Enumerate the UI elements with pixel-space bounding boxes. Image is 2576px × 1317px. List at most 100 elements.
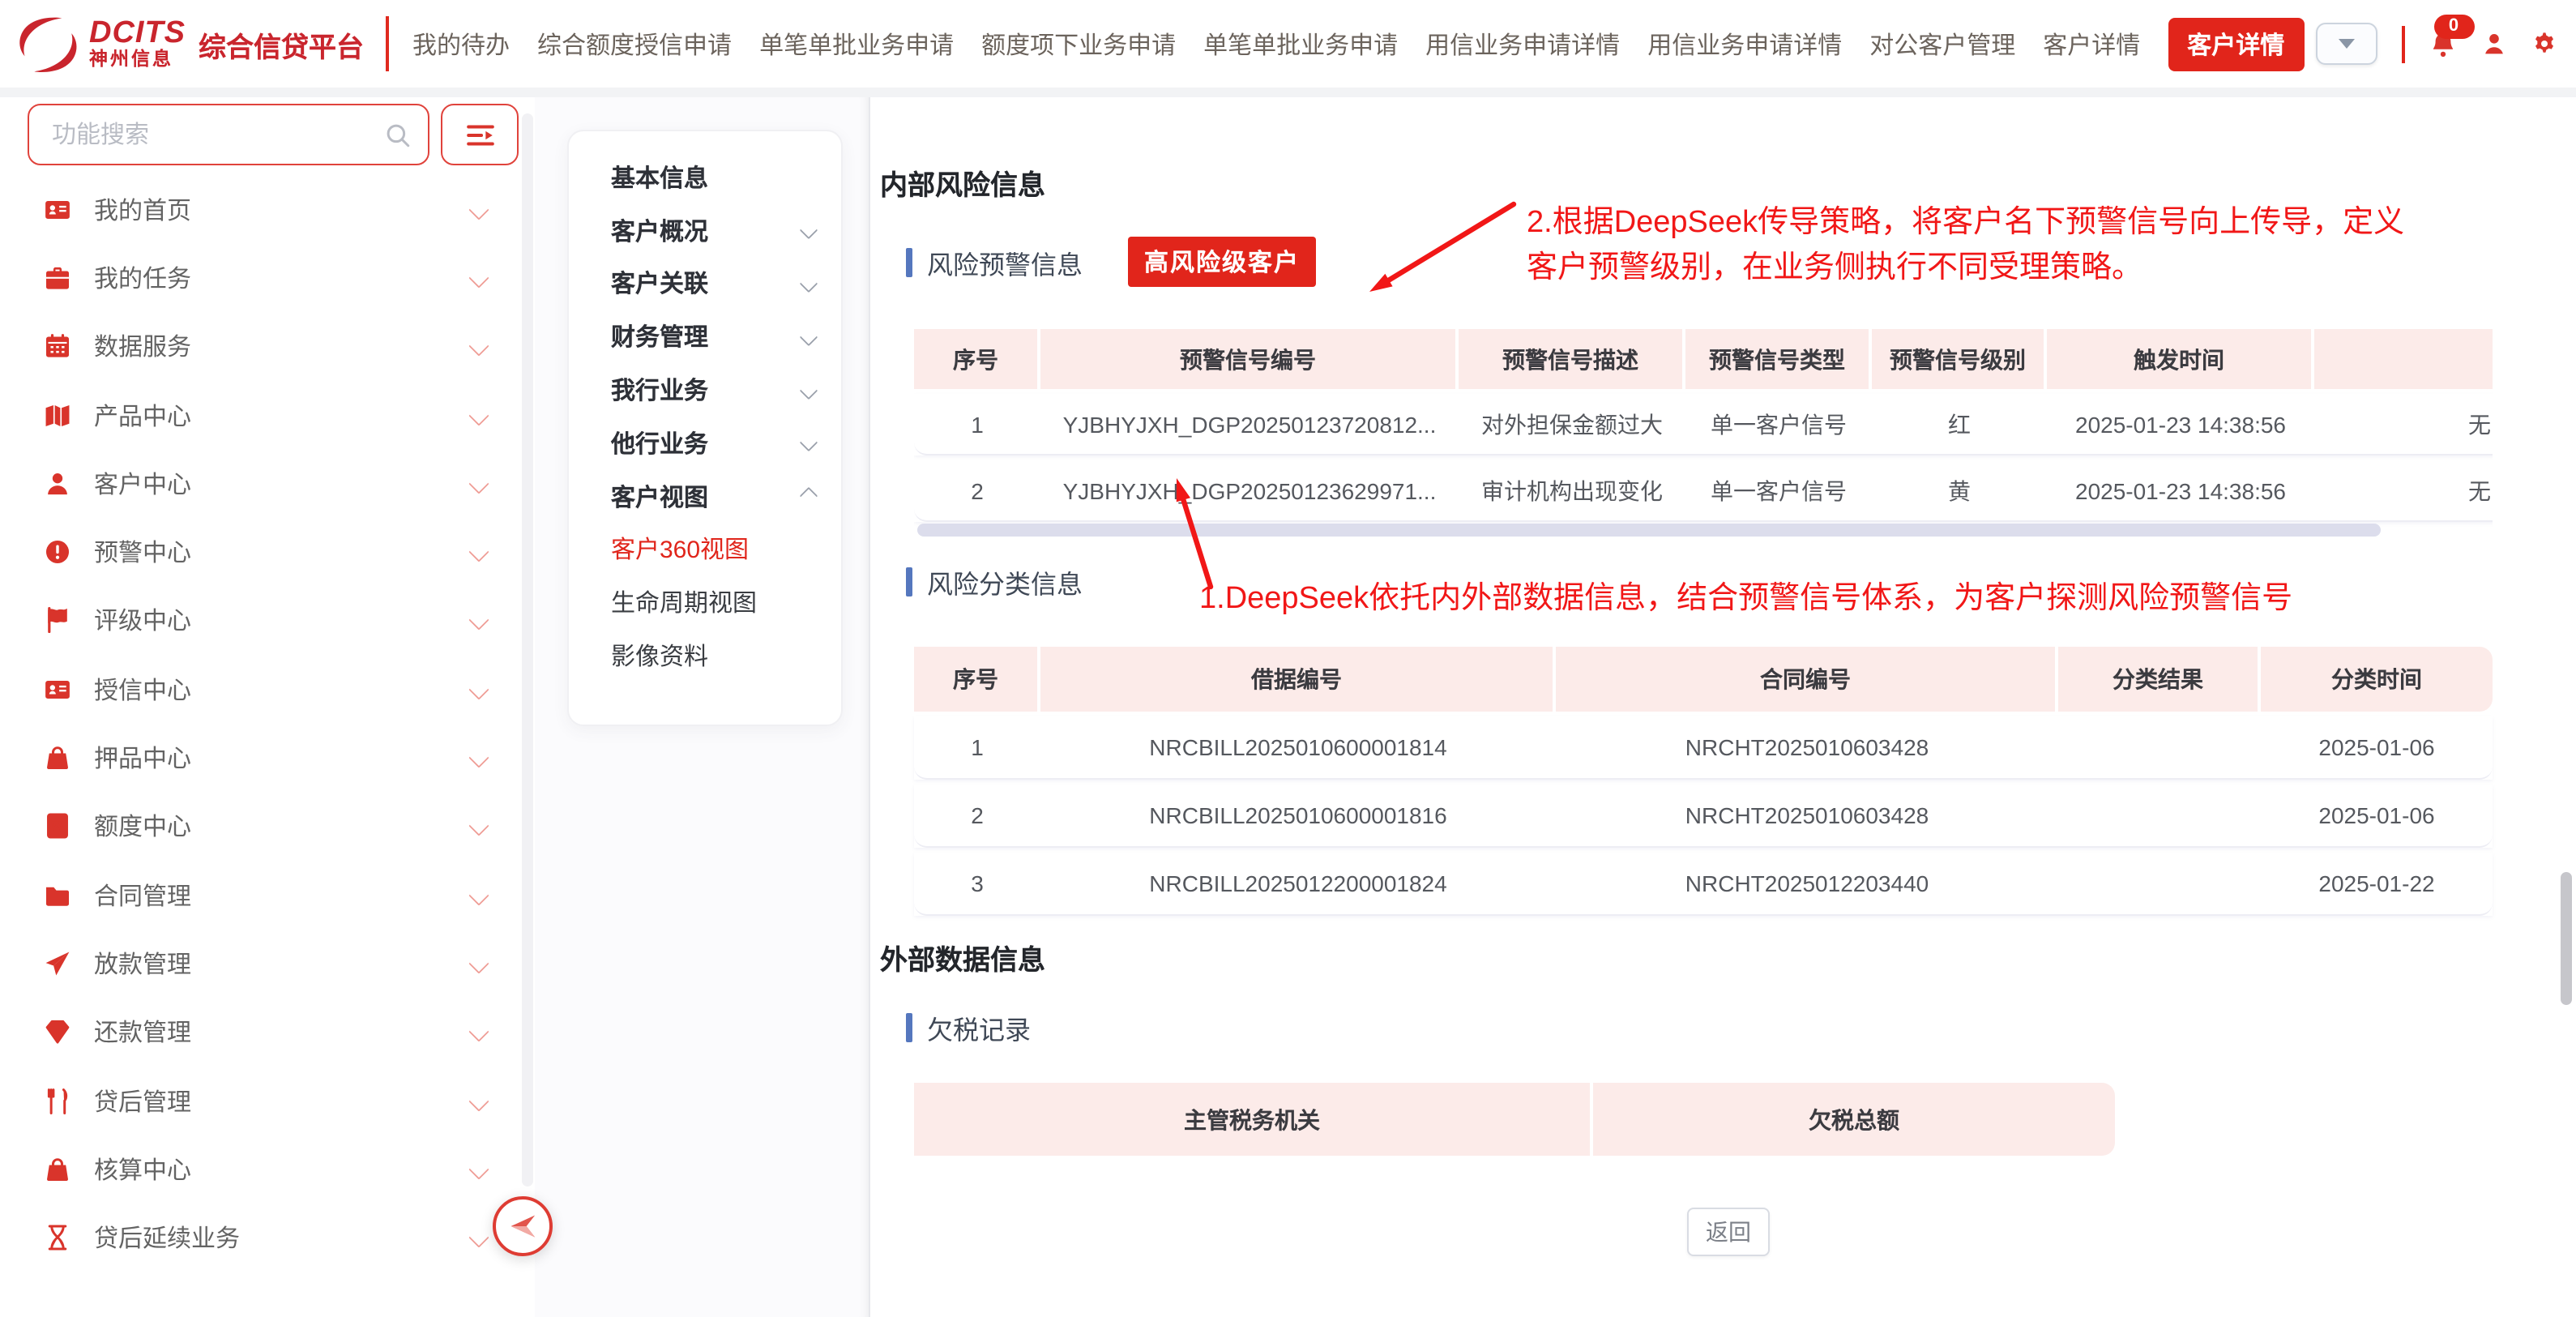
top-nav-tab[interactable]: 单笔单批业务申请 (759, 27, 954, 61)
internal-risk-title: 内部风险信息 (880, 162, 1045, 203)
column-header: 借据编号 (1040, 647, 1556, 712)
sidebar-item-icon (44, 813, 71, 840)
chevron-down-icon (468, 816, 489, 836)
cell-signal-desc: 对外担保金额过大 (1459, 394, 1685, 455)
cell-index: 1 (914, 716, 1040, 780)
chevron-icon (800, 275, 818, 293)
cell-index: 3 (914, 853, 1040, 916)
risk-class-section-header: 风险分类信息 (906, 562, 1083, 601)
submenu-item[interactable]: 客户概况 (611, 204, 815, 258)
app-root: DCITS 神州信息 综合信贷平台 我的待办 综合额度授信申请 单笔单批业务申请… (0, 0, 2576, 1317)
cell-signal-status: 无 (2314, 460, 2493, 522)
column-header: 触发时间 (2047, 329, 2314, 389)
function-search-input[interactable] (29, 121, 428, 148)
chevron-down-icon (468, 542, 489, 562)
chevron-icon (800, 221, 818, 240)
submenu-item-label: 他行业务 (611, 426, 708, 460)
table-row: 2 YJBHYJXH_DGP20250123629971... 审计机构出现变化… (914, 460, 2493, 522)
sidebar-item-label: 评级中心 (94, 604, 472, 638)
brand: DCITS 神州信息 综合信贷平台 (0, 15, 388, 72)
sidebar-item-label: 还款管理 (94, 1015, 472, 1049)
sidebar-menu-item[interactable]: 贷后管理 (0, 1067, 535, 1135)
submenu-item[interactable]: 客户视图 (611, 470, 815, 524)
sidebar-menu-item[interactable]: 核算中心 (0, 1135, 535, 1204)
sidebar-menu-item[interactable]: 贷后延续业务 (0, 1204, 535, 1272)
top-nav-tab[interactable]: 综合额度授信申请 (537, 27, 732, 61)
customer-detail-submenu: 基本信息 客户概况 客户关联 财务管理 (567, 130, 843, 726)
cell-signal-type: 单一客户信号 (1685, 460, 1872, 522)
sidebar-menu-item[interactable]: 产品中心 (0, 381, 535, 450)
settings-button[interactable] (2531, 31, 2557, 57)
sidebar-item-icon (44, 744, 71, 772)
sidebar-item-icon (44, 470, 71, 498)
menu-toggle-button[interactable] (441, 104, 519, 165)
sidebar-item-label: 押品中心 (94, 741, 472, 775)
sidebar-scrollbar[interactable] (522, 113, 533, 1187)
submenu-item-label: 客户关联 (611, 267, 708, 301)
sidebar-menu-item[interactable]: 预警中心 (0, 518, 535, 587)
submenu-item[interactable]: 财务管理 (611, 310, 815, 364)
submenu-item[interactable]: 客户360视图 (611, 523, 815, 576)
top-nav-tab[interactable]: 我的待办 (412, 27, 510, 61)
notifications-button[interactable]: 0 (2429, 30, 2456, 58)
submenu-item[interactable]: 影像资料 (611, 629, 815, 682)
sidebar-item-label: 合同管理 (94, 878, 472, 912)
column-header: 信 (2314, 329, 2493, 389)
top-nav-tab[interactable]: 用信业务申请详情 (1425, 27, 1620, 61)
submenu-item[interactable]: 生命周期视图 (611, 576, 815, 630)
sidebar-menu-item[interactable]: 还款管理 (0, 998, 535, 1067)
sidebar-item-icon (44, 401, 71, 429)
top-nav-tab[interactable]: 单笔单批业务申请 (1203, 27, 1398, 61)
submenu-item-label: 我行业务 (611, 373, 708, 407)
chevron-icon (800, 327, 818, 346)
sidebar-menu-item[interactable]: 放款管理 (0, 930, 535, 998)
sidebar-menu-item[interactable]: 我的首页 (0, 175, 535, 244)
table-row: 1 NRCBILL2025010600001814 NRCHT202501060… (914, 716, 2493, 780)
tax-title: 欠税记录 (927, 1008, 1031, 1047)
sidebar-menu-item[interactable]: 授信中心 (0, 655, 535, 724)
submenu-item[interactable]: 我行业务 (611, 363, 815, 417)
column-header: 预警信号类型 (1685, 329, 1872, 389)
cell-contract-no: NRCHT2025010603428 (1556, 716, 2058, 780)
cell-bill-no: NRCBILL2025012200001824 (1040, 853, 1556, 916)
sidebar-item-label: 贷后管理 (94, 1084, 472, 1118)
top-nav-tab[interactable]: 客户详情 (2043, 27, 2140, 61)
risk-warning-header-row: 序号预警信号编号预警信号描述预警信号类型预警信号级别触发时间信 (914, 329, 2493, 389)
chevron-down-icon (468, 473, 489, 494)
sidebar-menu-item[interactable]: 押品中心 (0, 724, 535, 793)
top-nav-tab[interactable]: 客户详情 (2168, 17, 2304, 71)
collapse-sidebar-button[interactable] (493, 1196, 553, 1256)
top-nav-tab[interactable]: 额度项下业务申请 (981, 27, 1176, 61)
risk-class-table-wrap: 序号借据编号合同编号分类结果分类时间 1 NRCBILL202501060000… (914, 642, 2493, 921)
workspace-dropdown-button[interactable] (2315, 23, 2377, 65)
submenu-item[interactable]: 基本信息 (611, 151, 815, 204)
submenu-item[interactable]: 他行业务 (611, 417, 815, 470)
annotation-note2: 2.根据DeepSeek传导策略，将客户名下预警信号向上传导，定义 客户预警级别… (1527, 201, 2404, 292)
table-horizontal-scrollbar[interactable] (917, 524, 2381, 537)
sidebar-menu-item[interactable]: 数据服务 (0, 312, 535, 381)
top-nav-tab[interactable]: 用信业务申请详情 (1647, 27, 1842, 61)
sidebar-item-icon (44, 195, 71, 223)
sidebar-item-icon (44, 1224, 71, 1251)
sidebar-menu-item[interactable]: 合同管理 (0, 861, 535, 930)
back-button[interactable]: 返回 (1687, 1208, 1770, 1256)
sidebar-item-label: 预警中心 (94, 535, 472, 569)
top-nav-tab[interactable]: 对公客户管理 (1869, 27, 2015, 61)
page-vertical-scrollbar[interactable] (2560, 872, 2571, 1005)
actions-divider (2401, 25, 2404, 62)
left-sidebar: 我的首页 我的任务 数据服务 (0, 97, 535, 1317)
sidebar-item-icon (44, 881, 71, 909)
sidebar-menu-item[interactable]: 额度中心 (0, 792, 535, 861)
submenu-item[interactable]: 客户关联 (611, 257, 815, 310)
sidebar-menu-item[interactable]: 我的任务 (0, 244, 535, 313)
table-row: 1 YJBHYJXH_DGP20250123720812... 对外担保金额过大… (914, 394, 2493, 455)
sidebar-menu-item[interactable]: 评级中心 (0, 587, 535, 656)
cell-bill-no: NRCBILL2025010600001814 (1040, 716, 1556, 780)
chevron-down-icon (468, 267, 489, 288)
sidebar-menu-item[interactable]: 客户中心 (0, 449, 535, 518)
section-bar (906, 1013, 912, 1042)
cell-signal-level: 黄 (1872, 460, 2047, 522)
annotation-arrow-to-row (1159, 467, 1227, 600)
user-profile-button[interactable] (2480, 31, 2506, 57)
column-header: 欠税总额 (1593, 1083, 2115, 1156)
